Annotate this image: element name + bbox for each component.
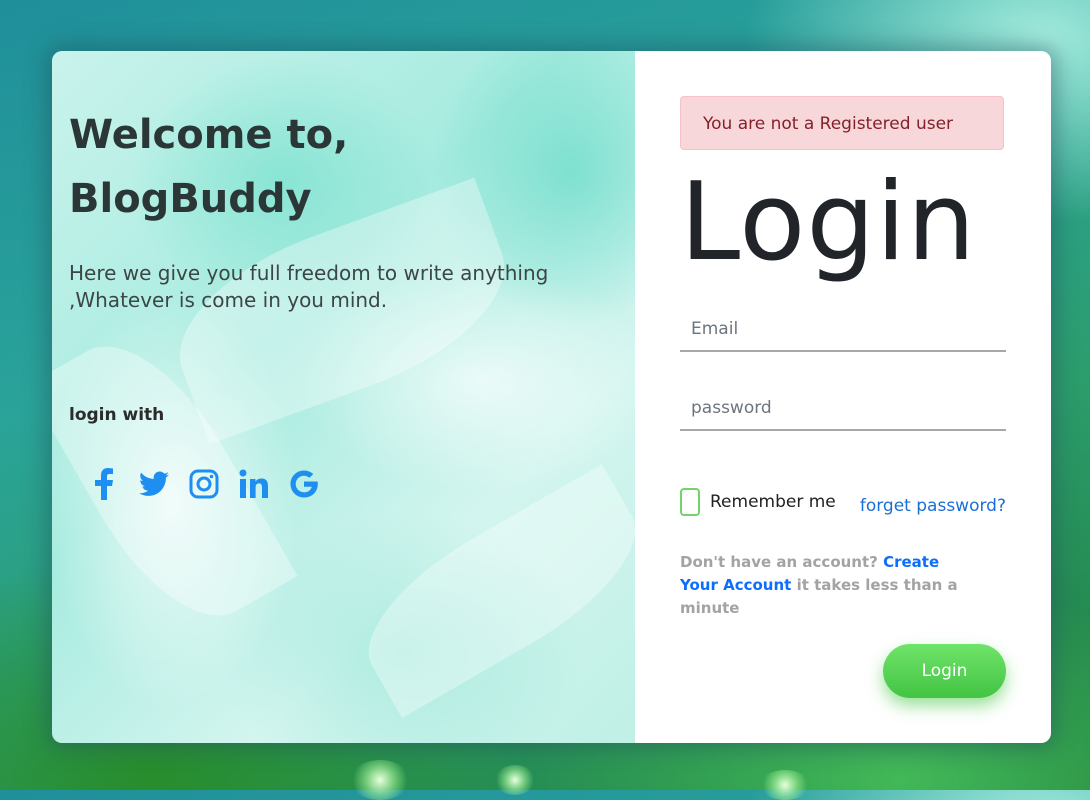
remember-me[interactable]: Remember me bbox=[680, 488, 836, 516]
google-icon[interactable] bbox=[288, 465, 320, 503]
background-glow bbox=[350, 760, 410, 800]
email-field[interactable] bbox=[680, 308, 1006, 352]
facebook-icon[interactable] bbox=[88, 465, 120, 503]
password-field[interactable] bbox=[680, 387, 1006, 431]
instagram-icon[interactable] bbox=[188, 465, 220, 503]
login-title: Login bbox=[680, 160, 977, 285]
welcome-panel: Welcome to, BlogBuddy Here we give you f… bbox=[52, 51, 635, 743]
twitter-icon[interactable] bbox=[138, 465, 170, 503]
linkedin-icon[interactable] bbox=[238, 465, 270, 503]
login-panel: You are not a Registered user Login Reme… bbox=[635, 51, 1051, 743]
background-glow bbox=[495, 765, 535, 795]
signup-prefix: Don't have an account? bbox=[680, 553, 878, 571]
remember-me-checkbox[interactable] bbox=[680, 488, 700, 516]
login-button[interactable]: Login bbox=[883, 644, 1006, 698]
remember-me-label: Remember me bbox=[710, 492, 836, 512]
login-card: Welcome to, BlogBuddy Here we give you f… bbox=[52, 51, 1051, 743]
tagline-text: Here we give you full freedom to write a… bbox=[69, 261, 549, 312]
signup-prompt: Don't have an account? Create Your Accou… bbox=[680, 551, 980, 620]
forgot-password-link[interactable]: forget password? bbox=[860, 496, 1006, 516]
background-glow bbox=[760, 770, 810, 800]
error-alert: You are not a Registered user bbox=[680, 96, 1004, 150]
welcome-line-2: BlogBuddy bbox=[69, 176, 312, 222]
welcome-heading: Welcome to, BlogBuddy bbox=[69, 103, 348, 231]
leaf-decoration bbox=[342, 464, 635, 718]
social-login-bar bbox=[88, 465, 338, 503]
welcome-line-1: Welcome to, bbox=[69, 112, 349, 158]
login-with-label: login with bbox=[69, 405, 165, 425]
